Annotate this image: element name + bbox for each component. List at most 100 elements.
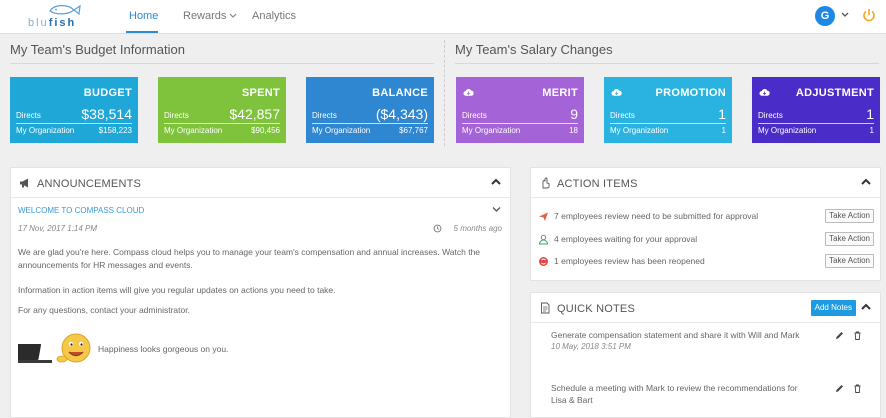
card-title: BALANCE bbox=[372, 87, 428, 99]
add-notes-button[interactable]: Add Notes bbox=[810, 300, 856, 316]
card-org-value: $158,223 bbox=[98, 126, 132, 135]
cloud-download-icon bbox=[463, 88, 474, 96]
spent-card[interactable]: SPENT Directs $42,857 My Organization $9… bbox=[158, 77, 286, 143]
card-org-value: $67,767 bbox=[399, 126, 428, 135]
salary-section-title: My Team's Salary Changes bbox=[455, 42, 613, 57]
balance-card[interactable]: BALANCE Directs ($4,343) My Organization… bbox=[306, 77, 434, 143]
card-title: BUDGET bbox=[83, 87, 132, 99]
note-item: Generate compensation statement and shar… bbox=[551, 329, 872, 353]
action-item-row: 7 employees review need to be submitted … bbox=[538, 208, 874, 226]
announcement-body: We are glad you're here. Compass cloud h… bbox=[18, 246, 506, 324]
logo-text-bold: fish bbox=[48, 17, 77, 29]
take-action-button[interactable]: Take Action bbox=[825, 209, 874, 223]
user-avatar[interactable]: G bbox=[815, 6, 835, 26]
megaphone-icon bbox=[20, 178, 28, 188]
quick-notes-title: QUICK NOTES bbox=[557, 303, 635, 315]
nav-analytics[interactable]: Analytics bbox=[252, 10, 296, 22]
user-menu-chevron-icon[interactable] bbox=[840, 10, 850, 20]
chevron-up-icon[interactable] bbox=[490, 177, 502, 187]
card-divider bbox=[758, 123, 874, 124]
card-org-value: 1 bbox=[721, 126, 726, 135]
user-icon bbox=[538, 234, 549, 245]
promotion-card[interactable]: PROMOTION Directs 1 My Organization 1 bbox=[604, 77, 732, 143]
note-date: 10 May, 2018 3:51 PM bbox=[551, 342, 631, 351]
quick-notes-panel: QUICK NOTES Add Notes Generate compensat… bbox=[530, 292, 881, 418]
history-icon bbox=[433, 224, 442, 233]
card-title: SPENT bbox=[241, 87, 280, 99]
budget-section-divider bbox=[10, 63, 434, 64]
card-divider bbox=[610, 123, 726, 124]
card-directs-label: Directs bbox=[610, 111, 635, 120]
nav-rewards[interactable]: Rewards bbox=[183, 10, 237, 22]
budget-card[interactable]: BUDGET Directs $38,514 My Organization $… bbox=[10, 77, 138, 143]
card-directs-label: Directs bbox=[164, 111, 189, 120]
salary-section-divider bbox=[455, 63, 879, 64]
action-items-title: ACTION ITEMS bbox=[557, 178, 638, 190]
top-nav: blufish Home Rewards Analytics G bbox=[0, 0, 886, 34]
logo-text-light: blu bbox=[28, 17, 49, 29]
smiley-laptop-image bbox=[18, 333, 91, 363]
nav-active-indicator bbox=[126, 31, 158, 33]
announcements-title: ANNOUNCEMENTS bbox=[37, 178, 142, 190]
announcement-paragraph: For any questions, contact your administ… bbox=[18, 305, 190, 315]
card-directs-value: 1 bbox=[866, 106, 874, 122]
card-title: MERIT bbox=[542, 87, 578, 99]
announcement-paragraph: Information in action items will give yo… bbox=[18, 285, 336, 295]
announcement-age: 5 months ago bbox=[453, 224, 502, 233]
action-item-text: 1 employees review has been reopened bbox=[554, 256, 705, 266]
note-item: Schedule a meeting with Mark to review t… bbox=[551, 382, 872, 406]
chevron-up-icon[interactable] bbox=[860, 302, 872, 312]
card-directs-value: 1 bbox=[718, 106, 726, 122]
card-org-value: 18 bbox=[569, 126, 578, 135]
card-org-label: My Organization bbox=[312, 126, 371, 135]
budget-section-title: My Team's Budget Information bbox=[10, 42, 185, 57]
pencil-icon[interactable] bbox=[835, 331, 844, 340]
action-item-row: 4 employees waiting for your approval Ta… bbox=[538, 231, 874, 249]
take-action-button[interactable]: Take Action bbox=[825, 254, 874, 268]
note-text: Generate compensation statement and shar… bbox=[551, 330, 800, 340]
announcement-caption: Happiness looks gorgeous on you. bbox=[98, 344, 229, 354]
trash-icon[interactable] bbox=[853, 331, 862, 340]
card-title: PROMOTION bbox=[655, 87, 726, 99]
nav-home[interactable]: Home bbox=[129, 10, 158, 22]
card-org-label: My Organization bbox=[164, 126, 223, 135]
chevron-down-icon[interactable] bbox=[492, 206, 501, 213]
power-icon[interactable] bbox=[862, 8, 876, 22]
card-org-value: $90,456 bbox=[251, 126, 280, 135]
card-directs-label: Directs bbox=[312, 111, 337, 120]
card-divider bbox=[164, 123, 280, 124]
take-action-button[interactable]: Take Action bbox=[825, 232, 874, 246]
send-icon bbox=[539, 212, 548, 221]
announcement-paragraph: We are glad you're here. Compass cloud h… bbox=[18, 247, 481, 270]
chevron-down-icon bbox=[230, 13, 237, 18]
trash-icon[interactable] bbox=[853, 384, 862, 393]
announcements-panel: ANNOUNCEMENTS WELCOME TO COMPASS CLOUD 1… bbox=[10, 167, 511, 418]
card-org-label: My Organization bbox=[758, 126, 817, 135]
action-items-header: ACTION ITEMS bbox=[531, 168, 880, 198]
pencil-icon[interactable] bbox=[835, 384, 844, 393]
card-directs-value: $42,857 bbox=[229, 106, 280, 122]
adjustment-card[interactable]: ADJUSTMENT Directs 1 My Organization 1 bbox=[752, 77, 880, 143]
card-directs-value: 9 bbox=[570, 106, 578, 122]
merit-card[interactable]: MERIT Directs 9 My Organization 18 bbox=[456, 77, 584, 143]
announcements-header: ANNOUNCEMENTS bbox=[11, 168, 510, 198]
card-divider bbox=[462, 123, 578, 124]
card-title: ADJUSTMENT bbox=[795, 87, 874, 99]
fish-logo-icon bbox=[49, 4, 81, 16]
cloud-download-icon bbox=[611, 88, 622, 96]
nav-rewards-label: Rewards bbox=[183, 10, 227, 22]
action-item-text: 7 employees review need to be submitted … bbox=[554, 211, 759, 221]
note-icon bbox=[541, 302, 550, 314]
cloud-download-icon bbox=[759, 88, 770, 96]
blufish-logo[interactable]: blufish bbox=[28, 2, 98, 30]
card-directs-label: Directs bbox=[462, 111, 487, 120]
chevron-up-icon[interactable] bbox=[860, 177, 872, 187]
announcement-title-link[interactable]: WELCOME TO COMPASS CLOUD bbox=[18, 206, 144, 215]
action-item-text: 4 employees waiting for your approval bbox=[554, 234, 698, 244]
section-separator bbox=[444, 40, 445, 146]
action-items-panel: ACTION ITEMS 7 employees review need to … bbox=[530, 167, 881, 281]
card-divider bbox=[16, 123, 132, 124]
reopen-icon bbox=[539, 257, 548, 266]
card-org-label: My Organization bbox=[610, 126, 669, 135]
hand-pointer-icon bbox=[542, 177, 550, 189]
